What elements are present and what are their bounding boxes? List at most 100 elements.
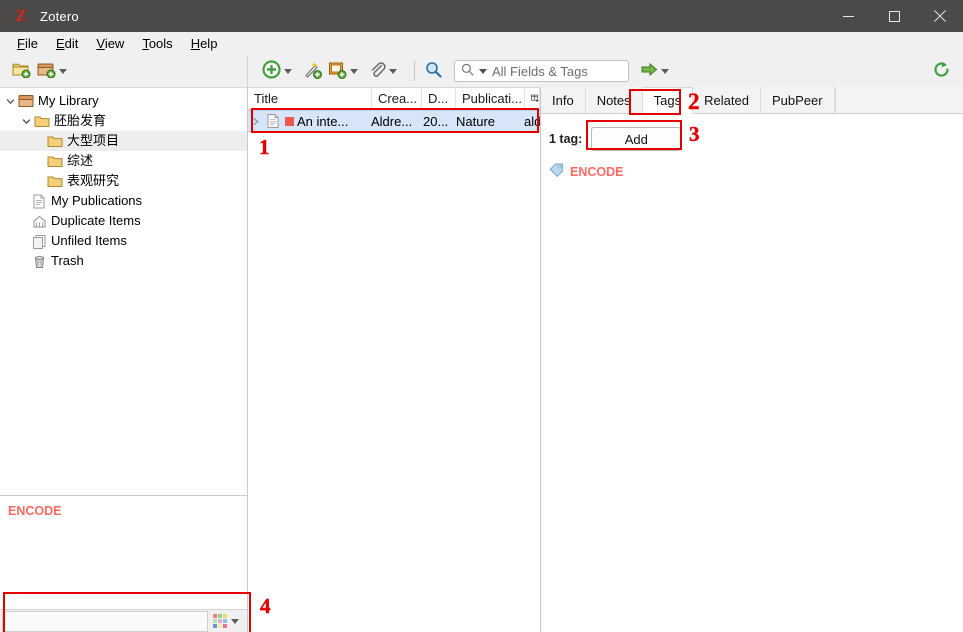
- close-button[interactable]: [917, 0, 963, 32]
- sidebar-label: 大型项目: [67, 133, 120, 148]
- folder-icon: [46, 175, 64, 188]
- menu-edit[interactable]: Edit: [47, 34, 87, 53]
- sidebar-item-embryo-dev[interactable]: 胚胎发育: [0, 111, 247, 131]
- new-collection-button[interactable]: [10, 58, 33, 84]
- column-header-publication[interactable]: Publicati...: [456, 87, 525, 110]
- tab-label: Info: [552, 92, 574, 108]
- unfiled-icon: [30, 234, 48, 249]
- new-item-button[interactable]: [260, 58, 299, 84]
- tab-label: PubPeer: [771, 92, 823, 108]
- sidebar-item-epigenetics[interactable]: 表观研究: [0, 171, 247, 191]
- collections-pane: My Library 胚胎发育 大型项目 综述 表观研究 My Publicat…: [0, 88, 271, 632]
- new-attachment-button[interactable]: [326, 58, 365, 84]
- tab-pubpeer[interactable]: PubPeer: [760, 87, 835, 113]
- tag-name[interactable]: ENCODE: [570, 165, 623, 179]
- new-attachment-icon: [328, 61, 347, 82]
- search-mode-dropdown-arrow[interactable]: [479, 68, 487, 74]
- paperclip-icon: [369, 61, 386, 81]
- locate-dropdown-arrow[interactable]: [661, 68, 669, 74]
- folder-icon: [46, 155, 64, 168]
- menu-help[interactable]: Help: [182, 34, 227, 53]
- tag-filter-input[interactable]: [2, 610, 208, 632]
- sidebar-label: 表观研究: [67, 173, 120, 188]
- sidebar-item-duplicate-items[interactable]: Duplicate Items: [0, 211, 247, 231]
- sidebar-item-my-library[interactable]: My Library: [0, 91, 247, 111]
- menu-tools[interactable]: Tools: [133, 34, 181, 53]
- list-item[interactable]: ENCODE: [549, 163, 963, 180]
- folder-icon: [33, 115, 51, 128]
- items-column-headers: Title Crea... D... Publicati...: [248, 87, 540, 110]
- new-attachment-dropdown-arrow[interactable]: [350, 68, 358, 74]
- sidebar-item-trash[interactable]: Trash: [0, 251, 247, 271]
- tab-info[interactable]: Info: [541, 87, 586, 113]
- new-library-dropdown-arrow[interactable]: [59, 68, 67, 74]
- column-header-date[interactable]: D...: [422, 87, 456, 110]
- cell-extra: ald...: [524, 113, 540, 129]
- collections-tree: My Library 胚胎发育 大型项目 综述 表观研究 My Publicat…: [0, 88, 247, 495]
- chevron-down-icon[interactable]: [20, 117, 33, 126]
- items-list[interactable]: An inte... Aldre... 20... Nature ald...: [248, 110, 540, 632]
- locate-button[interactable]: [639, 58, 676, 84]
- items-pane: Title Crea... D... Publicati... An inte.…: [248, 87, 541, 632]
- cell-creator: Aldre...: [371, 113, 413, 129]
- tag-count-label: 1 tag:: [549, 132, 583, 146]
- main-body: My Library 胚胎发育 大型项目 综述 表观研究 My Publicat…: [0, 87, 963, 632]
- tabs-filler: [834, 87, 963, 113]
- sync-button[interactable]: [932, 60, 951, 82]
- tags-panel: 1 tag: Add ENCODE: [541, 114, 963, 180]
- document-icon: [30, 194, 48, 209]
- column-header-creator[interactable]: Crea...: [372, 87, 422, 110]
- menu-view[interactable]: View: [87, 34, 133, 53]
- tag-icon: [549, 163, 564, 180]
- sidebar-item-unfiled-items[interactable]: Unfiled Items: [0, 231, 247, 251]
- tag-selector-list[interactable]: ENCODE: [0, 496, 247, 609]
- tag-selector-pane[interactable]: ENCODE: [0, 495, 247, 632]
- menu-file[interactable]: File: [8, 34, 47, 53]
- cell-date: 20...: [423, 113, 449, 129]
- tab-notes[interactable]: Notes: [585, 87, 643, 113]
- column-picker-button[interactable]: [525, 87, 540, 110]
- tag-colors-button[interactable]: [209, 609, 247, 632]
- maximize-button[interactable]: [871, 0, 917, 32]
- search-box[interactable]: All Fields & Tags: [454, 60, 629, 82]
- search-input[interactable]: All Fields & Tags: [492, 64, 588, 79]
- tab-label: Related: [704, 92, 749, 108]
- new-library-button[interactable]: [35, 58, 74, 84]
- journal-article-icon: [264, 114, 281, 128]
- library-icon: [17, 94, 35, 108]
- sidebar-label: Unfiled Items: [51, 233, 127, 248]
- tab-tags[interactable]: Tags: [642, 88, 694, 114]
- cell-title: An inte...: [297, 113, 349, 129]
- column-header-title[interactable]: Title: [248, 87, 372, 110]
- sidebar-label: My Library: [38, 93, 99, 108]
- duplicates-icon: [30, 214, 48, 229]
- add-tag-button[interactable]: Add: [591, 127, 682, 151]
- minimize-button[interactable]: [825, 0, 871, 32]
- tag-colors-dropdown-arrow[interactable]: [230, 618, 239, 624]
- toolbar-right-group: All Fields & Tags: [248, 58, 963, 84]
- chevron-down-icon[interactable]: [4, 97, 17, 106]
- row-expand-twisty[interactable]: [248, 117, 264, 126]
- sidebar-label: Duplicate Items: [51, 213, 141, 228]
- item-tabs: Info Notes Tags Related PubPeer: [541, 87, 963, 114]
- column-picker-icon: [531, 94, 539, 102]
- advanced-search-button[interactable]: [423, 58, 444, 84]
- add-by-identifier-button[interactable]: [301, 58, 324, 84]
- add-attachment-dropdown-arrow[interactable]: [389, 68, 397, 74]
- zotero-window: Z Zotero File Edit View Tools Help All F…: [0, 0, 963, 632]
- sync-icon: [932, 60, 951, 82]
- add-attachment-button[interactable]: [367, 58, 404, 84]
- title-bar: Z Zotero: [0, 0, 963, 32]
- sidebar-item-review[interactable]: 综述: [0, 151, 247, 171]
- sidebar-item-large-project[interactable]: 大型项目: [0, 131, 247, 151]
- new-item-dropdown-arrow[interactable]: [284, 68, 292, 74]
- tab-related[interactable]: Related: [693, 87, 761, 113]
- table-row[interactable]: An inte... Aldre... 20... Nature ald...: [248, 110, 540, 132]
- window-title: Zotero: [40, 8, 79, 24]
- sidebar-label: Trash: [51, 253, 84, 268]
- new-collection-icon: [12, 61, 31, 81]
- sidebar-item-my-publications[interactable]: My Publications: [0, 191, 247, 211]
- tag-selector-footer: [0, 609, 247, 632]
- tag-selector-item-encode[interactable]: ENCODE: [8, 504, 61, 518]
- trash-icon: [30, 254, 48, 269]
